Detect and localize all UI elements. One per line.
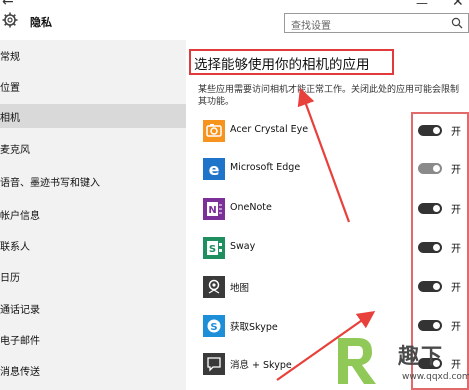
watermark-url: www.qqxd.com: [402, 372, 469, 382]
arrow-up-annotation: [297, 87, 351, 223]
watermark-text: 趣下: [398, 344, 444, 368]
